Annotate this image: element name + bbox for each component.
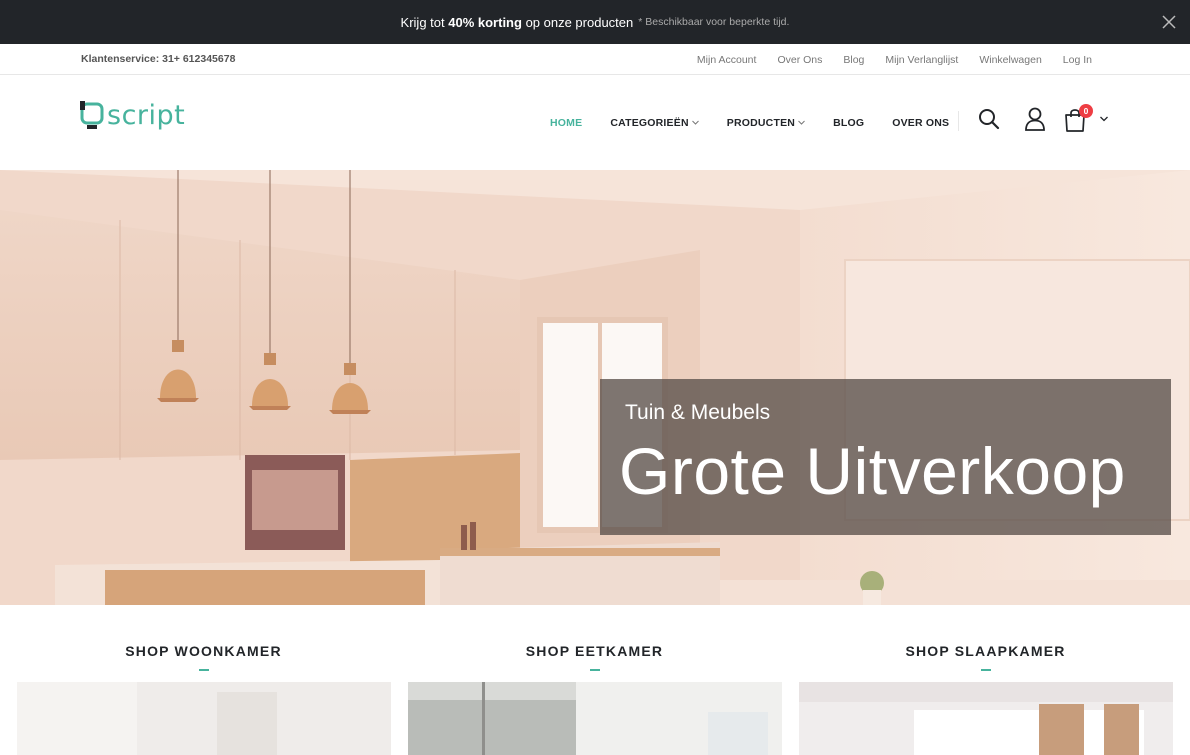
nav-blog-label: BLOG <box>833 116 865 129</box>
shop-livingroom-image[interactable] <box>17 682 391 755</box>
nav-products[interactable]: PRODUCTEN <box>727 117 805 129</box>
nav-categories[interactable]: CATEGORIEËN <box>610 116 699 129</box>
shop-bedroom-title[interactable]: SHOP SLAAPKAMER <box>799 643 1172 671</box>
promo-suffix: op onze producten <box>525 14 634 30</box>
nav-products-label: PRODUCTEN <box>726 116 796 129</box>
hero-title: Grote Uitverkoop <box>619 434 1126 508</box>
nav-home-label: HOME <box>550 116 583 129</box>
shop-bedroom-image[interactable] <box>799 682 1173 755</box>
link-cart[interactable]: Winkelwagen <box>979 54 1041 66</box>
close-icon[interactable] <box>1160 13 1178 31</box>
shop-diningroom-title[interactable]: SHOP EETKAMER <box>408 643 781 671</box>
link-my-account[interactable]: Mijn Account <box>697 54 757 66</box>
title-underline <box>198 669 209 671</box>
shop-livingroom-label: SHOP WOONKAMER <box>125 643 282 659</box>
logo-text: script <box>107 99 186 131</box>
nav-about-label: OVER ONS <box>892 116 950 129</box>
chevron-down-icon[interactable] <box>1100 116 1108 122</box>
search-icon[interactable] <box>978 108 1000 130</box>
shop-bedroom-label: SHOP SLAAPKAMER <box>905 643 1066 659</box>
cart-count-badge: 0 <box>1079 104 1093 118</box>
link-login[interactable]: Log In <box>1063 54 1092 66</box>
chevron-down-icon <box>798 120 805 125</box>
nav-about[interactable]: OVER ONS <box>892 117 949 129</box>
site-logo[interactable]: script <box>80 99 186 131</box>
shop-diningroom-label: SHOP EETKAMER <box>525 643 664 659</box>
hero-subtitle: Tuin & Meubels <box>625 401 771 424</box>
top-links: Mijn Account Over Ons Blog Mijn Verlangl… <box>676 44 1092 75</box>
shop-diningroom-image[interactable] <box>408 682 782 755</box>
top-links-bar: Klantenservice: 31+ 612345678 Mijn Accou… <box>0 44 1190 75</box>
nav-categories-label: CATEGORIEËN <box>610 116 689 129</box>
main-nav: HOME CATEGORIEËN PRODUCTEN BLOG OVER ONS <box>550 75 949 170</box>
promo-note: * Beschikbaar voor beperkte tijd. <box>638 16 790 28</box>
link-blog[interactable]: Blog <box>843 54 864 66</box>
title-underline <box>589 669 600 671</box>
promo-bar: Krijg tot 40% korting op onze producten … <box>0 0 1190 44</box>
logo-mark-icon <box>80 101 104 129</box>
user-icon[interactable] <box>1024 107 1046 131</box>
link-wishlist[interactable]: Mijn Verlanglijst <box>885 54 958 66</box>
title-underline <box>980 669 991 671</box>
shop-livingroom-title[interactable]: SHOP WOONKAMER <box>17 643 390 671</box>
promo-discount: 40% korting <box>448 14 522 30</box>
promo-prefix: Krijg tot <box>400 14 445 30</box>
hero-caption: Tuin & Meubels Grote Uitverkoop <box>600 379 1171 535</box>
nav-home[interactable]: HOME <box>550 117 582 129</box>
site-header: script HOME CATEGORIEËN PRODUCTEN BLOG O… <box>0 75 1190 170</box>
header-divider <box>958 111 959 131</box>
customer-service-phone: Klantenservice: 31+ 612345678 <box>81 53 236 65</box>
hero-banner[interactable]: Tuin & Meubels Grote Uitverkoop <box>0 170 1190 605</box>
chevron-down-icon <box>691 120 699 125</box>
link-about-us[interactable]: Over Ons <box>777 54 822 66</box>
nav-blog[interactable]: BLOG <box>833 117 864 129</box>
